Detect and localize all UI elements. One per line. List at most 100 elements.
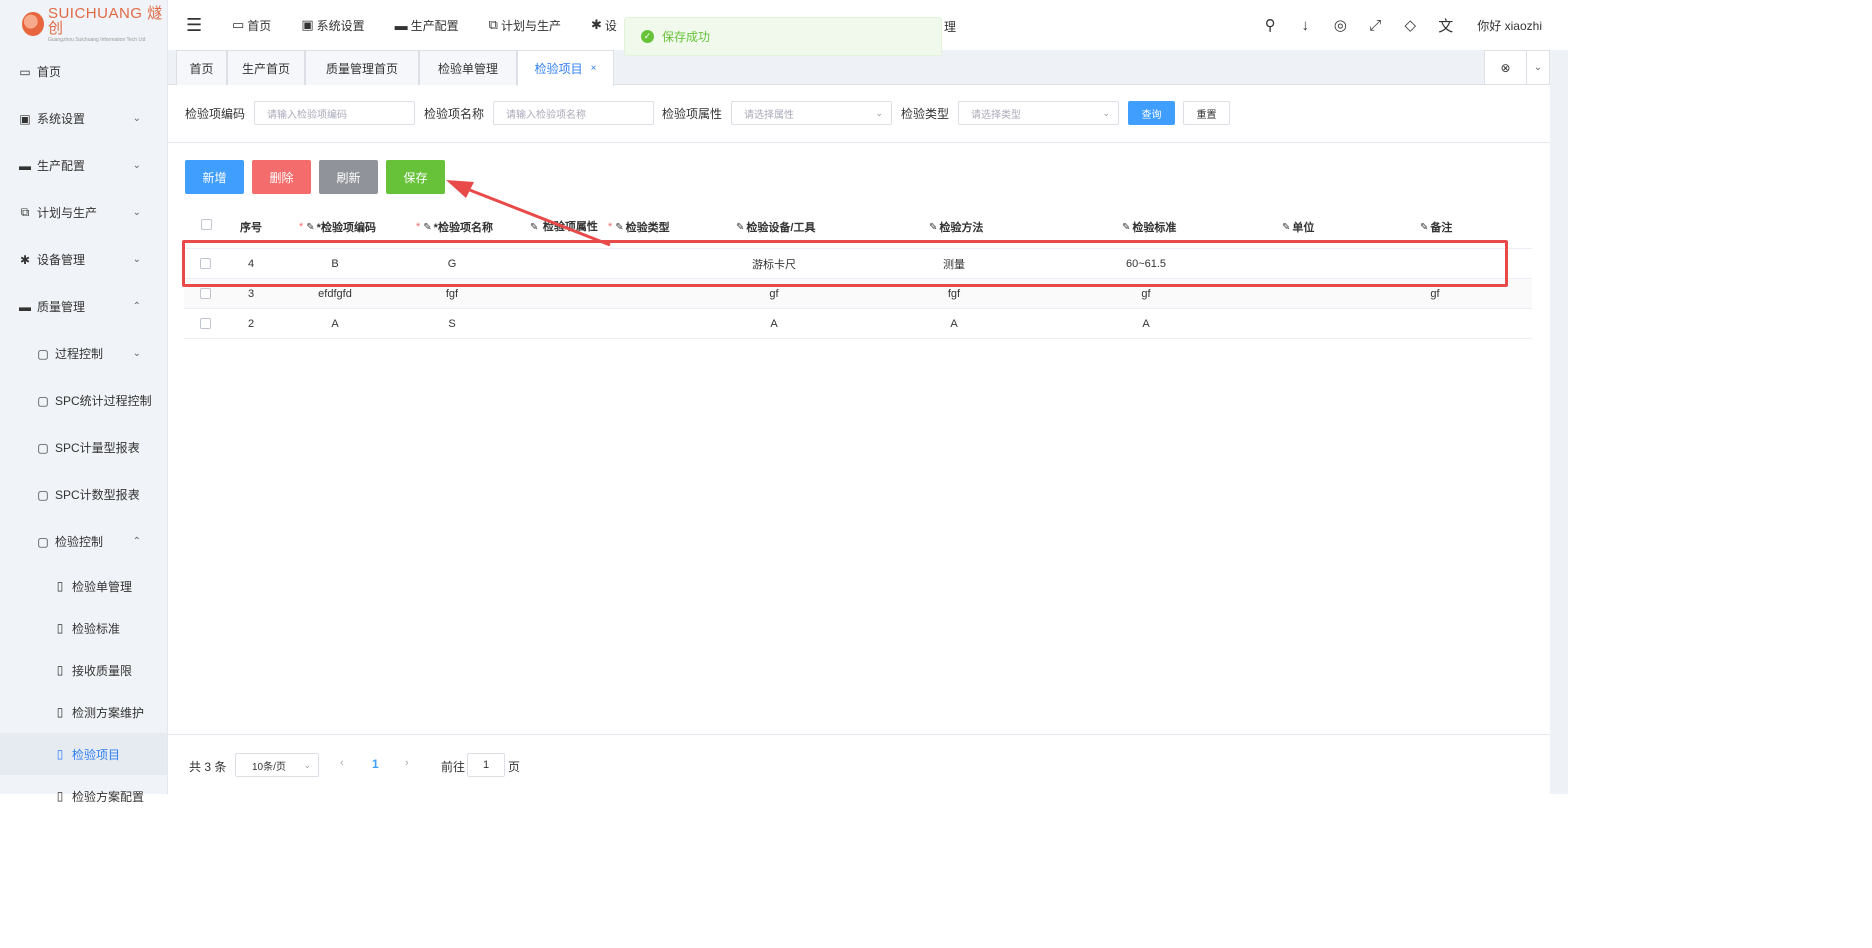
tab-production-home[interactable]: 生产首页 [227,50,305,85]
sidebar-item-equipment[interactable]: ✱ 设备管理 ⌄ [0,236,167,283]
sidebar-item-system-settings[interactable]: ▣ 系统设置 ⌄ [0,95,167,142]
sidebar-item-home[interactable]: ▭ 首页 [0,48,167,95]
chevron-down-icon[interactable]: ⌄ [1527,51,1549,84]
cell-standard[interactable]: gf [1106,279,1186,309]
file-icon: ▯ [56,579,64,593]
sidebar-item-spc[interactable]: ▢ SPC统计过程控制 [0,377,167,424]
user-greeting[interactable]: 你好 xiaozhi [1477,17,1542,34]
close-icon[interactable]: × [591,63,597,74]
asterisk-icon: ✱ [590,17,602,32]
cell-remark[interactable] [1395,309,1475,339]
cell-code[interactable]: B [295,249,375,279]
cell-type[interactable] [614,309,694,339]
top-nav-system-settings[interactable]: ▣ 系统设置 [301,17,364,34]
cell-device[interactable]: A [734,309,814,339]
refresh-button[interactable]: 刷新 [319,160,378,194]
cell-remark[interactable]: gf [1395,279,1475,309]
file-icon: ▯ [56,705,64,719]
cell-type[interactable] [614,249,694,279]
page-number-current[interactable]: 1 [372,757,379,771]
next-page-icon[interactable]: › [405,757,409,769]
top-nav-equipment[interactable]: ✱ 设 [591,17,617,34]
save-button[interactable]: 保存 [386,160,445,194]
row-checkbox[interactable] [200,318,211,329]
table-row[interactable]: 4 B G 游标卡尺 测量 60~61.5 [184,249,1532,279]
type-select[interactable]: 请选择类型 ⌄ [958,101,1119,125]
cell-method[interactable]: fgf [914,279,994,309]
sidebar-item-aql[interactable]: ▯ 接收质量限 [0,649,167,691]
code-input[interactable]: 请输入检验项编码 [254,101,415,125]
cell-code[interactable]: efdfgfd [295,279,375,309]
row-checkbox[interactable] [200,258,211,269]
cell-method[interactable]: 测量 [914,249,994,279]
cell-name[interactable]: fgf [412,279,492,309]
download-icon[interactable]: ↓ [1298,17,1312,34]
tab-home[interactable]: 首页 [176,50,227,85]
cell-name[interactable]: G [412,249,492,279]
cell-remark[interactable] [1395,249,1475,279]
cell-type[interactable] [614,279,694,309]
sidebar-item-planning[interactable]: ⧉ 计划与生产 ⌄ [0,189,167,236]
cell-unit[interactable] [1263,309,1343,339]
chevron-down-icon: ⌄ [875,107,883,118]
tab-inspection-orders[interactable]: 检验单管理 [419,50,517,85]
sidebar-item-inspection-plan-config[interactable]: ▯ 检验方案配置 [0,775,167,817]
page-size-select[interactable]: 10条/页 ⌄ [235,753,319,777]
sidebar-item-inspection-control[interactable]: ▢ 检验控制 ⌃ [0,518,167,565]
table-row[interactable]: 3 efdfgfd fgf gf fgf gf gf [184,279,1532,309]
cell-unit[interactable] [1263,279,1343,309]
table-row[interactable]: 2 A S A A A [184,309,1532,339]
cell-attr[interactable] [524,309,604,339]
sidebar-item-spc-variable[interactable]: ▢ SPC计量型报表 ✓ [0,424,167,471]
cell-name[interactable]: S [412,309,492,339]
reset-button[interactable]: 重置 [1183,101,1230,125]
menu-toggle-icon[interactable]: ☰ [186,15,206,36]
cell-device[interactable]: gf [734,279,814,309]
query-button[interactable]: 查询 [1128,101,1175,125]
top-nav-home[interactable]: ▭ 首页 [232,17,271,34]
col-attr-header: ✎ 检验项属性 [530,205,600,249]
sidebar-item-process-control[interactable]: ▢ 过程控制 ⌄ [0,330,167,377]
cell-standard[interactable]: A [1106,309,1186,339]
folder-icon: ▢ [37,440,49,455]
tab-quality-home[interactable]: 质量管理首页 [305,50,419,85]
delete-button[interactable]: 删除 [252,160,311,194]
cell-device[interactable]: 游标卡尺 [734,249,814,279]
cell-method[interactable]: A [914,309,994,339]
cell-unit[interactable] [1263,249,1343,279]
add-button[interactable]: 新增 [185,160,244,194]
goto-page-input[interactable]: 1 [467,753,505,777]
fullscreen-icon[interactable]: ⤢ [1368,17,1382,34]
sidebar-item-quality[interactable]: ▬ 质量管理 ⌃ [0,283,167,330]
brand-logo[interactable]: SUICHUANG 燧创 Guangzhou Suichuang Informa… [0,0,167,48]
top-nav-planning[interactable]: ⧉ 计划与生产 [489,17,561,34]
sidebar-item-spc-attribute[interactable]: ▢ SPC计数型报表 ✓ [0,471,167,518]
select-all-checkbox[interactable] [201,219,212,230]
sidebar-item-inspection-orders[interactable]: ▯ 检验单管理 [0,565,167,607]
sidebar-item-inspection-standards[interactable]: ▯ 检验标准 [0,607,167,649]
top-nav-production-config[interactable]: ▬ 生产配置 [395,17,459,34]
close-all-tabs-icon[interactable]: ⊗ [1485,51,1527,84]
attr-select[interactable]: 请选择属性 ⌄ [731,101,892,125]
chevron-up-icon: ⌃ [132,301,141,312]
sidebar-item-production-config[interactable]: ▬ 生产配置 ⌄ [0,142,167,189]
prev-page-icon[interactable]: ‹ [340,757,344,769]
tab-inspection-items[interactable]: 检验项目 × [517,50,614,86]
cell-code[interactable]: A [295,309,375,339]
diamond-icon[interactable]: ◇ [1403,16,1417,34]
translate-icon[interactable]: 文 [1438,15,1453,36]
name-input[interactable]: 请输入检验项名称 [493,101,654,125]
col-type-header: * ✎ 检验类型 [608,205,670,249]
top-nav-item-partial[interactable]: 理 [944,18,956,35]
cell-standard[interactable]: 60~61.5 [1106,249,1186,279]
target-icon[interactable]: ◎ [1333,16,1347,34]
row-checkbox[interactable] [200,288,211,299]
sidebar-item-inspection-items[interactable]: ▯ 检验项目 [0,733,167,775]
toast-message: 保存成功 [662,30,711,44]
monitor-icon: ▭ [232,17,245,32]
search-icon[interactable]: ⚲ [1263,16,1277,34]
sidebar-item-test-plans[interactable]: ▯ 检测方案维护 [0,691,167,733]
tab-label: 检验单管理 [437,61,498,76]
cell-attr[interactable] [524,279,604,309]
cell-attr[interactable] [524,249,604,279]
